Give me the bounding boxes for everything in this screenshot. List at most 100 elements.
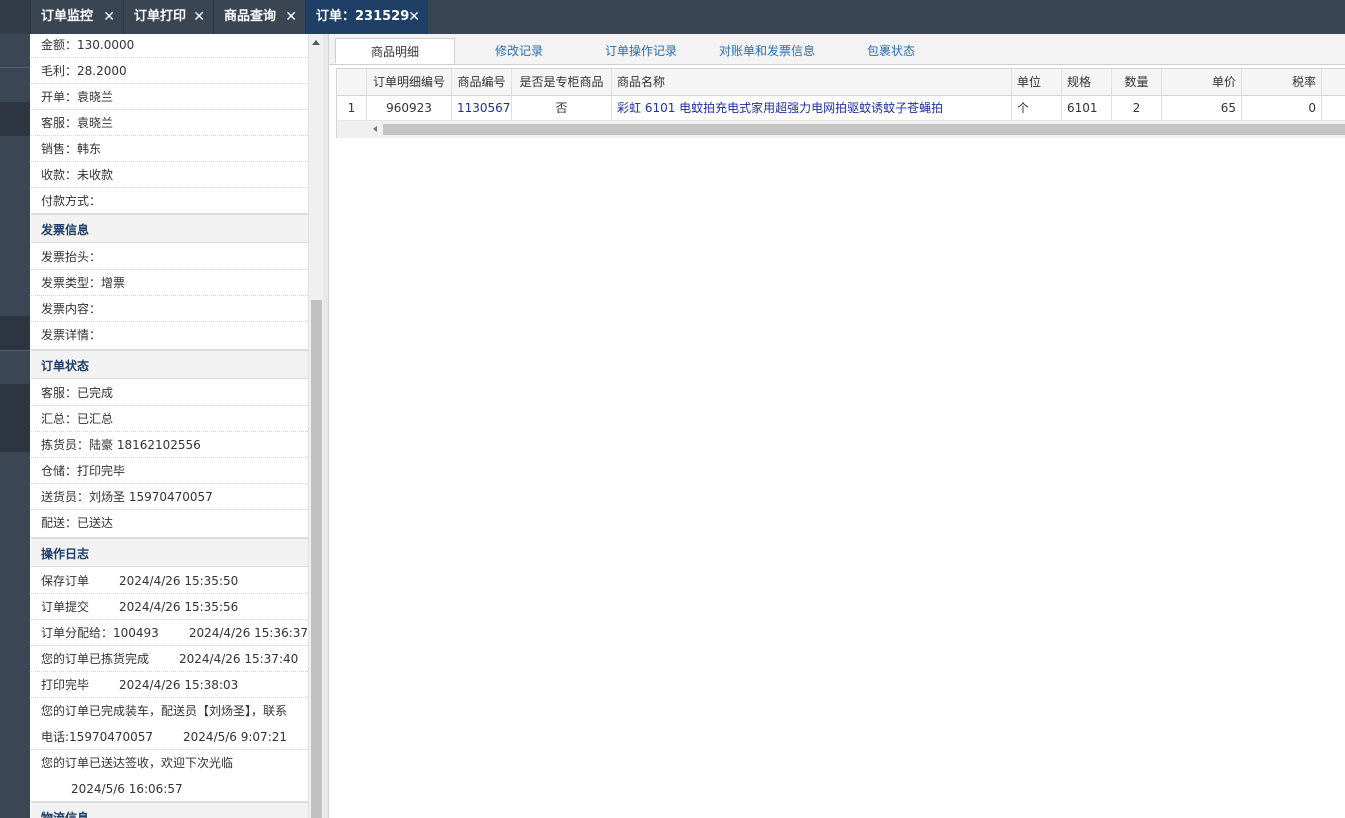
rail-segment[interactable] xyxy=(0,418,30,452)
order-detail-panel: 金额：130.0000 毛利：28.2000 开单：袁晓兰 客服：袁晓兰 销售：… xyxy=(31,34,308,818)
tab-label: 订单监控 xyxy=(41,9,94,24)
cell-unit: 个 xyxy=(1012,96,1062,120)
log-time: 2024/5/6 16:06:57 xyxy=(71,782,183,796)
scroll-up-arrow-icon[interactable] xyxy=(312,40,320,45)
invoice-header: 发票抬头： xyxy=(31,244,308,270)
rail-divider xyxy=(0,67,30,68)
log-text: 您的订单已完成装车，配送员【刘炀圣】，联系 xyxy=(41,704,288,718)
log-time: 2024/4/26 15:37:40 xyxy=(179,652,299,666)
col-unit-price[interactable]: 单价 xyxy=(1162,69,1242,95)
info-sales: 销售：韩东 xyxy=(31,136,308,162)
log-time: 2024/5/6 9:07:21 xyxy=(183,730,287,744)
rail-segment[interactable] xyxy=(0,102,30,136)
info-service: 客服：袁晓兰 xyxy=(31,110,308,136)
cell-counter-product: 否 xyxy=(512,96,612,120)
log-time: 2024/4/26 15:36:37 xyxy=(188,626,308,640)
rail-segment[interactable] xyxy=(0,384,30,418)
status-courier: 送货员：刘炀圣 15970470057 xyxy=(31,484,308,510)
log-time: 2024/4/26 15:38:03 xyxy=(119,678,239,692)
top-tab-bar: 订单监控 ✕ 订单打印 ✕ 商品查询 ✕ 订单：231529 ✕ xyxy=(0,0,1345,34)
tab-label: 商品查询 xyxy=(224,9,277,24)
log-entry: 订单提交 2024/4/26 15:35:56 xyxy=(31,594,308,620)
tab-order-detail[interactable]: 订单：231529 ✕ xyxy=(305,0,428,34)
grid-header: 订单明细编号 商品编号 是否是专柜商品 商品名称 单位 规格 数量 单价 税率 xyxy=(337,69,1345,96)
section-log-title: 操作日志 xyxy=(31,537,308,567)
close-icon[interactable]: ✕ xyxy=(285,0,297,34)
info-payment-method: 付款方式： xyxy=(41,194,102,208)
log-entry: 打印完毕 2024/4/26 15:38:03 xyxy=(31,672,308,698)
tab-product-query[interactable]: 商品查询 ✕ xyxy=(213,0,305,34)
log-time: 2024/4/26 15:35:50 xyxy=(119,574,239,588)
close-icon[interactable]: ✕ xyxy=(408,0,420,34)
col-detail-id[interactable]: 订单明细编号 xyxy=(367,69,452,95)
log-time: 2024/4/26 15:35:56 xyxy=(119,600,239,614)
section-invoice-title: 发票信息 xyxy=(31,213,308,243)
panel-scrollbar[interactable] xyxy=(308,34,324,818)
log-entry: 您的订单已拣货完成 2024/4/26 15:37:40 xyxy=(31,646,308,672)
cell-quantity: 2 xyxy=(1112,96,1162,120)
left-nav-rail xyxy=(0,34,30,818)
log-text: 订单提交 xyxy=(41,600,90,614)
table-row[interactable]: 1 960923 1130567 否 彩虹 6101 电蚊拍充电式家用超强力电网… xyxy=(337,96,1345,121)
panel-splitter[interactable] xyxy=(323,34,329,818)
content-tabs: 商品明细 修改记录 订单操作记录 对账单和发票信息 包裹状态 xyxy=(329,34,1345,65)
scroll-left-arrow-icon[interactable] xyxy=(373,126,377,132)
info-payment-status: 收款：未收款 xyxy=(31,162,308,188)
log-entry: 您的订单已完成装车，配送员【刘炀圣】，联系 电话:15970470057 2024… xyxy=(31,698,308,750)
log-text: 您的订单已送达签收，欢迎下次光临 xyxy=(41,756,234,770)
cell-unit-price: 65 xyxy=(1162,96,1242,120)
col-spec[interactable]: 规格 xyxy=(1062,69,1112,95)
top-left-pad xyxy=(0,0,30,34)
tab-order-print[interactable]: 订单打印 ✕ xyxy=(123,0,213,34)
col-tax-rate[interactable]: 税率 xyxy=(1242,69,1322,95)
col-quantity[interactable]: 数量 xyxy=(1112,69,1162,95)
cell-product-name-link[interactable]: 彩虹 6101 电蚊拍充电式家用超强力电网拍驱蚊诱蚊子苍蝇拍 xyxy=(612,96,1012,120)
scrollbar-thumb[interactable] xyxy=(383,124,1345,135)
status-delivery: 配送：已送达 xyxy=(41,516,114,530)
order-items-grid: 订单明细编号 商品编号 是否是专柜商品 商品名称 单位 规格 数量 单价 税率 … xyxy=(336,68,1345,138)
tab-modification-log[interactable]: 修改记录 xyxy=(469,38,569,64)
info-creator: 开单：袁晓兰 xyxy=(31,84,308,110)
section-logistics-title: 物流信息 xyxy=(31,801,308,818)
status-picker: 拣货员：陆豪 18162102556 xyxy=(31,432,308,458)
info-profit: 毛利：28.2000 xyxy=(31,58,308,84)
col-rownum xyxy=(337,69,367,95)
tab-statement-invoice[interactable]: 对账单和发票信息 xyxy=(709,38,825,64)
cell-rownum: 1 xyxy=(337,96,367,120)
cell-tax-rate: 0 xyxy=(1242,96,1322,120)
section-status-title: 订单状态 xyxy=(31,349,308,379)
status-warehouse: 仓储：打印完毕 xyxy=(31,458,308,484)
cell-spec: 6101 xyxy=(1062,96,1112,120)
tab-label: 订单：231529 xyxy=(316,9,410,24)
rail-segment[interactable] xyxy=(0,316,30,350)
log-entry: 您的订单已送达签收，欢迎下次光临 2024/5/6 16:06:57 xyxy=(31,750,308,802)
col-counter-product[interactable]: 是否是专柜商品 xyxy=(512,69,612,95)
log-entry: 订单分配给：100493 2024/4/26 15:36:37 xyxy=(31,620,308,646)
tab-order-operation-log[interactable]: 订单操作记录 xyxy=(591,38,691,64)
grid-horizontal-scrollbar[interactable] xyxy=(337,121,1345,138)
invoice-details: 发票详情： xyxy=(41,328,102,342)
status-service: 客服：已完成 xyxy=(31,380,308,406)
cell-product-id-link[interactable]: 1130567 xyxy=(452,96,512,120)
tab-order-monitor[interactable]: 订单监控 ✕ xyxy=(30,0,123,34)
log-text: 保存订单 xyxy=(41,574,90,588)
info-amount: 金额：130.0000 xyxy=(31,34,308,58)
tab-label: 订单打印 xyxy=(134,9,187,24)
log-entry: 保存订单 2024/4/26 15:35:50 xyxy=(31,568,308,594)
log-text: 您的订单已拣货完成 xyxy=(41,652,150,666)
tab-package-status[interactable]: 包裹状态 xyxy=(841,38,941,64)
invoice-content: 发票内容： xyxy=(31,296,308,322)
log-text: 打印完毕 xyxy=(41,678,90,692)
scrollbar-thumb[interactable] xyxy=(311,300,322,818)
col-unit[interactable]: 单位 xyxy=(1012,69,1062,95)
invoice-type: 发票类型：增票 xyxy=(31,270,308,296)
cell-detail-id: 960923 xyxy=(367,96,452,120)
col-product-name[interactable]: 商品名称 xyxy=(612,69,1012,95)
log-text-line2: 电话:15970470057 xyxy=(41,730,154,744)
rail-divider xyxy=(0,350,30,351)
close-icon[interactable]: ✕ xyxy=(193,0,205,34)
tab-product-details[interactable]: 商品明细 xyxy=(335,38,455,64)
status-summary: 汇总：已汇总 xyxy=(31,406,308,432)
close-icon[interactable]: ✕ xyxy=(103,0,115,34)
col-product-id[interactable]: 商品编号 xyxy=(452,69,512,95)
